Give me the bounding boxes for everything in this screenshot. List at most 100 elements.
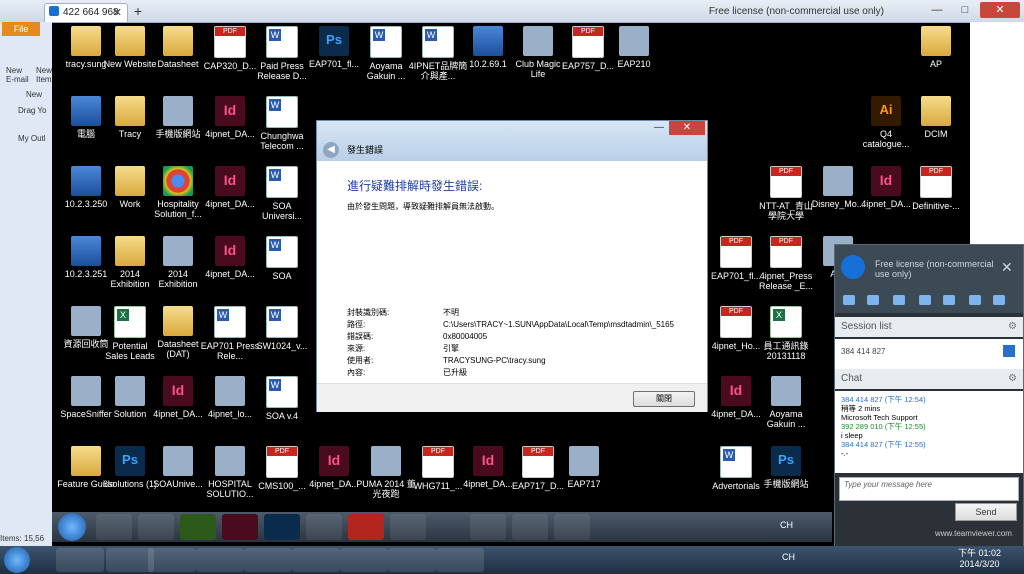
desktop-icon[interactable]: 4ipnet_DA...: [304, 446, 364, 489]
desktop-icon[interactable]: EAP717: [554, 446, 614, 489]
app-task-icon[interactable]: [390, 514, 426, 540]
send-button[interactable]: Send: [955, 503, 1017, 521]
clock[interactable]: 下午 01:02 2014/3/20: [958, 548, 1001, 570]
desktop-icon[interactable]: 4ipnet_DA...: [148, 376, 208, 419]
chrome-task-icon[interactable]: [138, 514, 174, 540]
desktop-icon[interactable]: PUMA 2014 董光夜跑: [356, 446, 416, 499]
acrobat-task-icon[interactable]: [388, 548, 436, 572]
file-tab[interactable]: File: [2, 22, 40, 36]
desktop-icon[interactable]: 4ipnet_lo...: [200, 376, 260, 419]
filezilla-task-icon[interactable]: [348, 514, 384, 540]
desktop-icon[interactable]: Paid Press Release D...: [252, 26, 312, 81]
desktop-icon[interactable]: Hospitality Solution_f...: [148, 166, 208, 219]
dialog-close-button[interactable]: ✕: [669, 121, 705, 135]
dreamweaver-task-icon[interactable]: [180, 514, 216, 540]
desktop-icon[interactable]: HOSPITAL SOLUTIO...: [200, 446, 260, 499]
desktop-icon[interactable]: Aoyama Gakuin ...: [756, 376, 816, 429]
desktop-icon[interactable]: 2014 Exhibition: [148, 236, 208, 289]
desktop-icon[interactable]: Aoyama Gakuin ...: [356, 26, 416, 81]
psd-icon: [319, 26, 349, 56]
headset-icon[interactable]: [893, 295, 905, 305]
desktop-icon[interactable]: EAP701 Press Rele...: [200, 306, 260, 361]
desktop-icon[interactable]: CMS100_...: [252, 446, 312, 491]
skype-task-icon[interactable]: [436, 548, 484, 572]
indesign-task-icon[interactable]: [222, 514, 258, 540]
dialog-caption: 發生錯誤: [347, 145, 384, 155]
cmd-task-icon[interactable]: [148, 548, 196, 572]
desktop-icon[interactable]: Definitive-...: [906, 166, 966, 211]
desktop-icon[interactable]: EAP701_fl...: [304, 26, 364, 69]
session-id[interactable]: 384 414 827: [841, 347, 886, 356]
session-list-header[interactable]: Session list ⚙: [835, 317, 1023, 337]
dialog-heading: 進行疑難排解時發生錯誤:: [347, 179, 483, 193]
desktop-icon[interactable]: SOA Universi...: [252, 166, 312, 221]
chat-header[interactable]: Chat ⚙: [835, 369, 1023, 389]
teamviewer-task-icon[interactable]: [470, 514, 506, 540]
chrome-task-icon[interactable]: [106, 548, 154, 572]
desktop-icon[interactable]: SOA v.4: [252, 376, 312, 421]
website-link[interactable]: www.teamviewer.com: [935, 529, 1012, 538]
start-button[interactable]: [4, 547, 30, 573]
outlook-task-icon[interactable]: [196, 548, 244, 572]
folder-icon: [921, 96, 951, 126]
desktop-icon[interactable]: NTT-AT_青山學院大學: [756, 166, 816, 221]
detail-row: 封裝識別碼: 不明: [347, 308, 459, 317]
close-button[interactable]: 關閉: [633, 391, 695, 407]
minimize-button[interactable]: —: [924, 2, 950, 18]
chat-input[interactable]: Type your message here: [839, 477, 1019, 501]
word-icon: [266, 26, 298, 58]
whiteboard-icon[interactable]: [943, 295, 955, 305]
desktop-icon[interactable]: CAP320_D...: [200, 26, 260, 71]
desktop-icon[interactable]: 手機版網站: [756, 446, 816, 489]
remote-start-button[interactable]: [58, 513, 86, 541]
explorer-task-icon[interactable]: [56, 548, 104, 572]
desktop-icon[interactable]: Datasheet: [148, 26, 208, 69]
troubleshooter-task-icon[interactable]: [554, 514, 590, 540]
ie-task-icon[interactable]: [512, 514, 548, 540]
photoshop-task-icon[interactable]: [264, 514, 300, 540]
desktop-icon[interactable]: 4ipnet_DA...: [200, 236, 260, 279]
app-task-icon[interactable]: [340, 548, 388, 572]
explorer-task-icon[interactable]: [96, 514, 132, 540]
desktop-icon[interactable]: DCIM: [906, 96, 966, 139]
desktop-icon[interactable]: 4ipnet_Press Release _E...: [756, 236, 816, 291]
dialog-minimize-button[interactable]: —: [649, 121, 669, 135]
desktop-icon[interactable]: SOAUnive...: [148, 446, 208, 489]
close-window-button[interactable]: ✕: [980, 2, 1020, 18]
desktop-icon[interactable]: SOA: [252, 236, 312, 281]
close-tab-icon[interactable]: ✕: [113, 4, 122, 22]
desktop-icon[interactable]: SW1024_v...: [252, 306, 312, 351]
session-tab[interactable]: 422 664 968 ✕: [44, 3, 128, 22]
back-arrow-icon[interactable]: ◀: [323, 142, 339, 158]
chat-icon[interactable]: [919, 295, 931, 305]
session-action-icon[interactable]: [1003, 345, 1015, 357]
desktop-icon-label: 手機版網站: [155, 129, 201, 139]
teamviewer-task-icon[interactable]: [292, 548, 340, 572]
new-item-button[interactable]: New Item: [36, 66, 52, 84]
new-tab-button[interactable]: +: [130, 3, 146, 19]
acrobat-task-icon[interactable]: [306, 514, 342, 540]
video-icon[interactable]: [843, 295, 855, 305]
desktop-icon-label: Hospitality Solution_f...: [154, 199, 202, 219]
desktop-icon[interactable]: 員工通訊錄 20131118: [756, 306, 816, 361]
panel-close-icon[interactable]: ✕: [1001, 259, 1013, 276]
desktop-icon[interactable]: 手機版網站: [148, 96, 208, 139]
desktop-icon[interactable]: AP: [906, 26, 966, 69]
desktop-icon-label: AP: [929, 59, 942, 69]
settings-icon[interactable]: [993, 295, 1005, 305]
maximize-button[interactable]: □: [952, 2, 978, 18]
phone-icon[interactable]: [867, 295, 879, 305]
desktop-icon[interactable]: Datasheet (DAT): [148, 306, 208, 359]
chat-log: 384 414 827 (下午 12:54) 稍等 2 mins Microso…: [835, 391, 1023, 473]
new-email-button[interactable]: New E-mail: [6, 66, 29, 84]
ie-task-icon[interactable]: [244, 548, 292, 572]
desktop-icon-label: CAP320_D...: [203, 61, 257, 71]
desktop-icon[interactable]: Chunghwa Telecom ...: [252, 96, 312, 151]
desktop-icon[interactable]: EAP210: [604, 26, 664, 69]
desktop-icon[interactable]: 4ipnet_DA...: [200, 96, 260, 139]
remote-ime[interactable]: CH: [780, 520, 793, 530]
generic-icon: [523, 26, 553, 56]
local-ime[interactable]: CH: [782, 552, 795, 562]
desktop-icon[interactable]: 4ipnet_DA...: [200, 166, 260, 209]
files-icon[interactable]: [969, 295, 981, 305]
